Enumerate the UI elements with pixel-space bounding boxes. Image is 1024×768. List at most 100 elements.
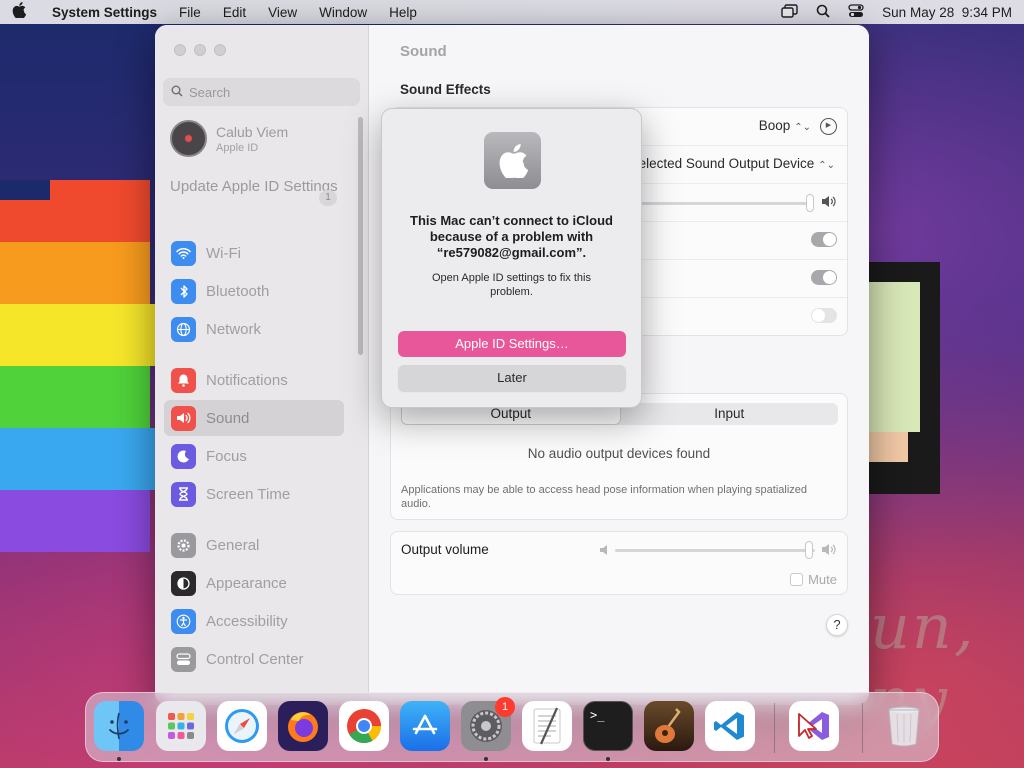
dialog-title: This Mac can’t connect to iCloud because… bbox=[410, 213, 613, 260]
search-icon bbox=[171, 85, 183, 100]
running-indicator bbox=[484, 757, 488, 761]
alert-volume-knob[interactable] bbox=[806, 194, 814, 212]
sidebar-item-focus[interactable]: Focus bbox=[164, 438, 344, 474]
apple-id-settings-button[interactable]: Apple ID Settings… bbox=[398, 331, 626, 357]
window-controls bbox=[174, 44, 226, 56]
sidebar-item-accessibility[interactable]: Accessibility bbox=[164, 603, 344, 639]
head-pose-note: Applications may be able to access head … bbox=[401, 484, 808, 510]
startup-sound-toggle[interactable] bbox=[811, 232, 837, 247]
chrome-icon[interactable] bbox=[339, 701, 389, 751]
wallpaper-stripe bbox=[0, 490, 150, 552]
speaker-icon bbox=[171, 405, 196, 431]
sidebar-item-bluetooth[interactable]: Bluetooth bbox=[164, 273, 344, 309]
sidebar-item-label: Sound bbox=[206, 409, 250, 427]
sidebar-item-label: Bluetooth bbox=[206, 282, 270, 300]
menu-file[interactable]: File bbox=[179, 5, 201, 20]
bluetooth-icon bbox=[171, 278, 196, 304]
menu-app-name[interactable]: System Settings bbox=[52, 5, 157, 20]
sidebar-item-wifi[interactable]: Wi-Fi bbox=[164, 235, 344, 271]
app-store-icon[interactable] bbox=[400, 701, 450, 751]
wallpaper-stripe bbox=[0, 180, 50, 200]
finder-icon[interactable] bbox=[94, 701, 144, 751]
wifi-icon bbox=[171, 240, 196, 266]
speaker-quiet-icon bbox=[599, 544, 609, 559]
wallpaper-pixel-art bbox=[868, 262, 940, 494]
screen-mirroring-icon[interactable] bbox=[781, 3, 798, 21]
gear-icon bbox=[171, 532, 196, 558]
menu-window[interactable]: Window bbox=[319, 5, 367, 20]
globe-icon bbox=[171, 316, 196, 342]
visual-studio-icon[interactable] bbox=[789, 701, 839, 751]
garageband-icon[interactable] bbox=[644, 701, 694, 751]
minimize-window-button[interactable] bbox=[194, 44, 206, 56]
wallpaper-stripe bbox=[0, 366, 150, 428]
sidebar-item-label: Wi-Fi bbox=[206, 244, 241, 262]
sidebar-item-appearance[interactable]: Appearance bbox=[164, 565, 344, 601]
sidebar-item-label: Accessibility bbox=[206, 612, 288, 630]
running-indicator bbox=[117, 757, 121, 761]
tab-input[interactable]: Input bbox=[621, 403, 839, 425]
spotlight-search-icon[interactable] bbox=[816, 4, 830, 21]
output-device-select[interactable]: elected Sound Output Device ⌃⌄ bbox=[639, 156, 835, 171]
menu-help[interactable]: Help bbox=[389, 5, 417, 20]
sidebar-item-control-center[interactable]: Control Center bbox=[164, 641, 344, 677]
sidebar-item-network[interactable]: Network bbox=[164, 311, 344, 347]
control-center-icon bbox=[171, 646, 196, 672]
launchpad-icon[interactable] bbox=[156, 701, 206, 751]
update-apple-id-settings[interactable]: Update Apple ID Settings bbox=[170, 177, 340, 197]
help-button[interactable]: ? bbox=[826, 614, 848, 636]
accessibility-icon bbox=[171, 608, 196, 634]
sidebar-item-sound[interactable]: Sound bbox=[164, 400, 344, 436]
play-icon[interactable]: ▶ bbox=[820, 118, 837, 135]
menu-clock[interactable]: Sun May 28 9:34 PM bbox=[882, 5, 1012, 20]
sidebar: Search Calub Viem Apple ID Update Apple … bbox=[155, 25, 369, 705]
control-center-menu-icon[interactable] bbox=[848, 3, 864, 21]
textedit-icon[interactable] bbox=[522, 701, 572, 751]
search-field[interactable]: Search bbox=[163, 78, 360, 106]
sidebar-item-notifications[interactable]: Notifications bbox=[164, 362, 344, 398]
wallpaper-stripe bbox=[0, 304, 158, 366]
sidebar-item-label: Focus bbox=[206, 447, 247, 465]
mute-label: Mute bbox=[808, 572, 837, 587]
menu-view[interactable]: View bbox=[268, 5, 297, 20]
update-count-badge: 1 bbox=[319, 190, 337, 206]
hourglass-icon bbox=[171, 481, 196, 507]
sidebar-item-screen-time[interactable]: Screen Time bbox=[164, 476, 344, 512]
dock: 1 >_ bbox=[85, 692, 939, 762]
firefox-icon[interactable] bbox=[278, 701, 328, 751]
apple-logo-icon bbox=[484, 132, 541, 189]
alert-sound-select[interactable]: Boop ⌃⌄ bbox=[759, 118, 811, 133]
volume-feedback-toggle[interactable] bbox=[811, 308, 837, 323]
page-title: Sound bbox=[400, 43, 447, 60]
dock-divider bbox=[774, 703, 775, 753]
profile-name: Calub Viem bbox=[216, 123, 289, 140]
apple-menu-icon[interactable] bbox=[12, 2, 42, 22]
section-title-sound-effects: Sound Effects bbox=[400, 82, 491, 97]
output-volume-slider[interactable] bbox=[615, 549, 815, 552]
vscode-icon[interactable] bbox=[705, 701, 755, 751]
dialog-message: Open Apple ID settings to fix this probl… bbox=[432, 272, 591, 298]
ui-sound-toggle[interactable] bbox=[811, 270, 837, 285]
safari-icon[interactable] bbox=[217, 701, 267, 751]
close-window-button[interactable] bbox=[174, 44, 186, 56]
apple-id-profile[interactable]: Calub Viem Apple ID bbox=[170, 120, 288, 157]
output-volume-knob[interactable] bbox=[805, 541, 813, 559]
profile-subtitle: Apple ID bbox=[216, 141, 259, 154]
sidebar-item-label: Control Center bbox=[206, 650, 304, 668]
appearance-icon bbox=[171, 570, 196, 596]
sidebar-scrollbar[interactable] bbox=[358, 117, 363, 355]
menu-bar: System Settings File Edit View Window He… bbox=[0, 0, 1024, 24]
zoom-window-button[interactable] bbox=[214, 44, 226, 56]
running-indicator bbox=[606, 757, 610, 761]
icloud-alert-dialog: This Mac can’t connect to iCloud because… bbox=[381, 108, 642, 408]
sidebar-item-label: Network bbox=[206, 320, 262, 338]
terminal-icon[interactable]: >_ bbox=[583, 701, 633, 751]
mute-checkbox[interactable]: Mute bbox=[790, 572, 837, 587]
chevron-updown-icon: ⌃⌄ bbox=[818, 160, 835, 171]
trash-icon[interactable] bbox=[879, 701, 929, 751]
output-volume-group: Output volume Mute bbox=[390, 531, 848, 595]
later-button[interactable]: Later bbox=[398, 365, 626, 391]
menu-edit[interactable]: Edit bbox=[223, 5, 246, 20]
sidebar-item-general[interactable]: General bbox=[164, 527, 344, 563]
search-placeholder: Search bbox=[189, 84, 231, 100]
